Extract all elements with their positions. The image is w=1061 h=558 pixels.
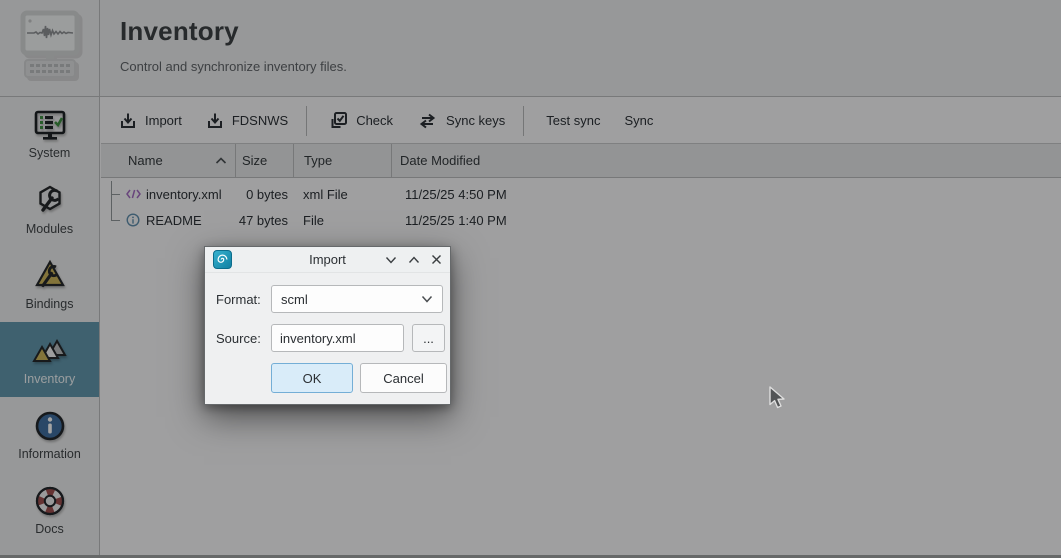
cancel-button[interactable]: Cancel (360, 363, 447, 393)
mouse-cursor (768, 386, 790, 412)
browse-button[interactable]: ... (412, 324, 445, 352)
source-input[interactable] (271, 324, 404, 352)
shade-icon[interactable] (385, 255, 397, 265)
format-label: Format: (216, 292, 261, 307)
dialog-titlebar[interactable]: Import (205, 247, 450, 273)
close-icon[interactable] (431, 254, 442, 265)
app-window: Inventory Control and synchronize invent… (0, 0, 1061, 558)
format-select[interactable]: scml (271, 285, 443, 313)
maximize-icon[interactable] (408, 255, 420, 265)
modal-dim-overlay (0, 0, 1061, 558)
ok-button[interactable]: OK (271, 363, 353, 393)
format-value: scml (281, 292, 308, 307)
import-dialog: Import Format: scml (204, 246, 451, 405)
source-label: Source: (216, 331, 261, 346)
chevron-down-icon (421, 295, 433, 303)
